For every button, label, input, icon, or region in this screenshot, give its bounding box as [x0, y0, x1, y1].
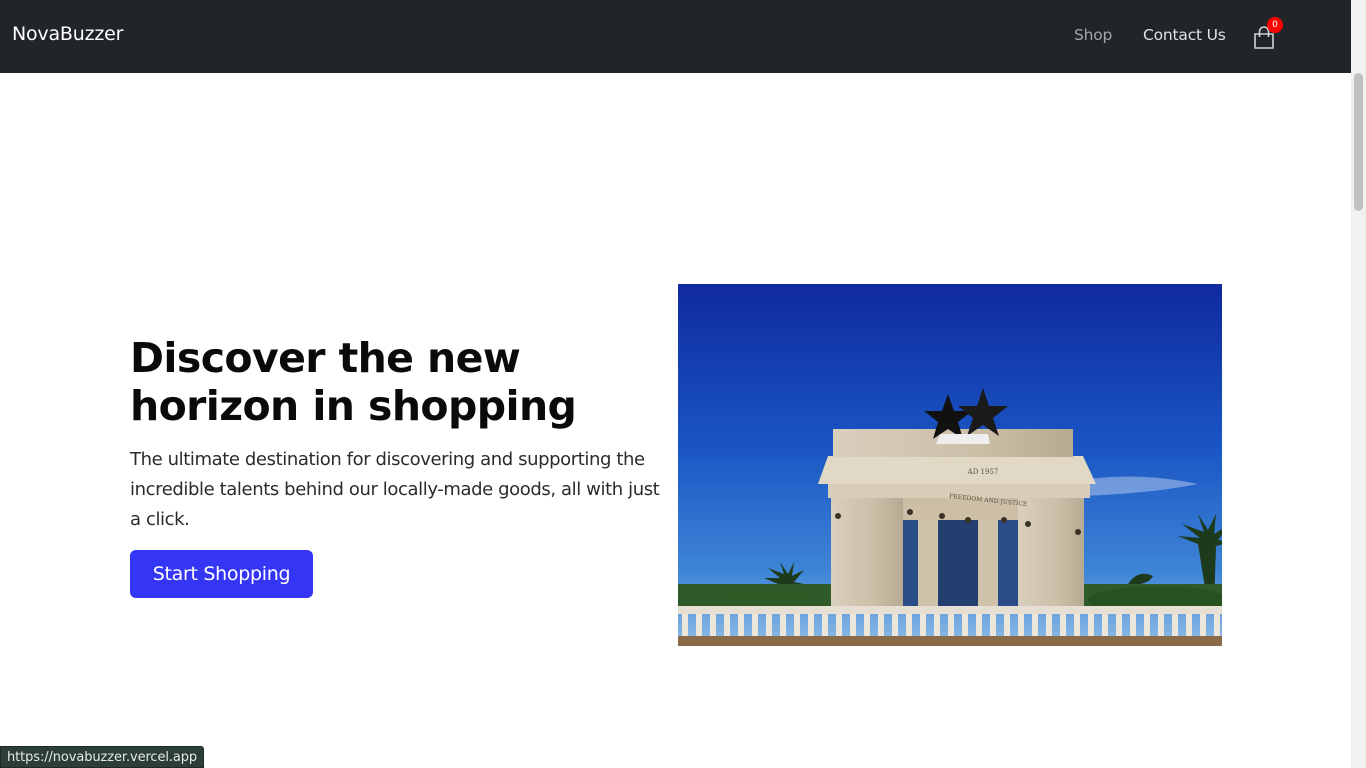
scrollbar-thumb[interactable]	[1354, 73, 1363, 211]
navbar: NovaBuzzer Shop Contact Us 0	[0, 0, 1351, 73]
nav-link-shop[interactable]: Shop	[1074, 26, 1112, 44]
page-scrollbar[interactable]	[1351, 0, 1366, 768]
independence-arch-image: AD 1957 FREEDOM AND JUSTICE	[678, 284, 1222, 646]
brand-logo-link[interactable]: NovaBuzzer	[12, 23, 123, 45]
hero-title: Discover the new horizon in shopping	[130, 334, 577, 430]
hero-image: AD 1957 FREEDOM AND JUSTICE	[678, 284, 1222, 646]
arch-inscription-top: AD 1957	[967, 468, 999, 476]
nav-link-contact-us[interactable]: Contact Us	[1143, 26, 1226, 44]
cart-count-badge: 0	[1267, 17, 1283, 33]
hero-description: The ultimate destination for discovering…	[130, 449, 660, 530]
start-shopping-button[interactable]: Start Shopping	[130, 550, 313, 598]
status-bar-url: https://novabuzzer.vercel.app	[0, 746, 205, 768]
